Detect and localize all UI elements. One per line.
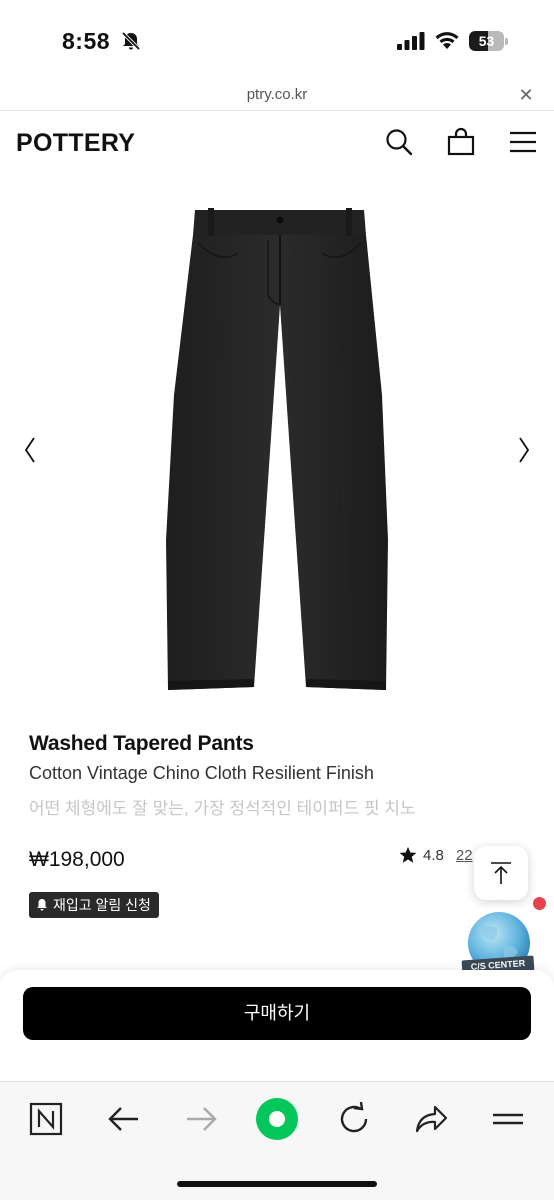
cellular-signal-icon <box>397 32 425 50</box>
shopping-bag-icon[interactable] <box>446 127 476 157</box>
site-header: POTTERY <box>0 111 554 175</box>
close-icon[interactable]: ✕ <box>516 85 536 106</box>
product-name: Washed Tapered Pants <box>29 732 254 755</box>
notification-dot <box>533 897 546 910</box>
menu-icon[interactable] <box>488 1099 528 1139</box>
home-indicator <box>177 1181 377 1187</box>
site-logo[interactable]: POTTERY <box>16 129 135 158</box>
rating-value: 4.8 <box>423 846 444 864</box>
bell-icon <box>37 899 47 911</box>
chevron-right-icon[interactable] <box>512 433 536 467</box>
chevron-left-icon[interactable] <box>18 433 42 467</box>
back-arrow-icon[interactable] <box>104 1099 144 1139</box>
bell-muted-icon <box>121 31 141 51</box>
arrow-up-icon <box>491 862 511 884</box>
star-icon <box>399 846 417 863</box>
search-icon[interactable] <box>384 127 414 157</box>
wifi-icon <box>435 32 459 49</box>
naver-n-icon[interactable] <box>26 1099 66 1139</box>
product-price: ₩198,000 <box>29 848 125 871</box>
purchase-panel: 구매하기 <box>0 970 554 1085</box>
scroll-to-top-button[interactable] <box>474 846 528 900</box>
product-subtitle: Cotton Vintage Chino Cloth Resilient Fin… <box>29 763 374 783</box>
green-dot-icon[interactable] <box>255 1097 299 1141</box>
battery-icon: 53 <box>469 31 509 51</box>
buy-button[interactable]: 구매하기 <box>23 987 531 1040</box>
menu-icon[interactable] <box>508 127 538 157</box>
product-description: 어떤 체형에도 잘 맞는, 가장 정석적인 테이퍼드 핏 치노 <box>29 799 416 818</box>
restock-label: 재입고 알림 신청 <box>53 897 151 913</box>
product-image-pants <box>166 208 388 690</box>
share-icon[interactable] <box>411 1099 451 1139</box>
product-image-gallery[interactable] <box>0 175 554 715</box>
battery-level: 53 <box>478 33 495 49</box>
forward-arrow-icon[interactable] <box>181 1099 221 1139</box>
product-rating[interactable]: 4.8 22 <box>399 844 473 866</box>
status-time: 8:58 <box>62 28 111 54</box>
review-count[interactable]: 22 <box>456 847 473 864</box>
browser-url-bar: ptry.co.kr ✕ <box>0 80 554 111</box>
status-bar: 8:58 53 <box>0 0 554 80</box>
reload-icon[interactable] <box>334 1099 374 1139</box>
restock-alert-button[interactable]: 재입고 알림 신청 <box>29 892 159 918</box>
url-text[interactable]: ptry.co.kr <box>0 86 554 103</box>
